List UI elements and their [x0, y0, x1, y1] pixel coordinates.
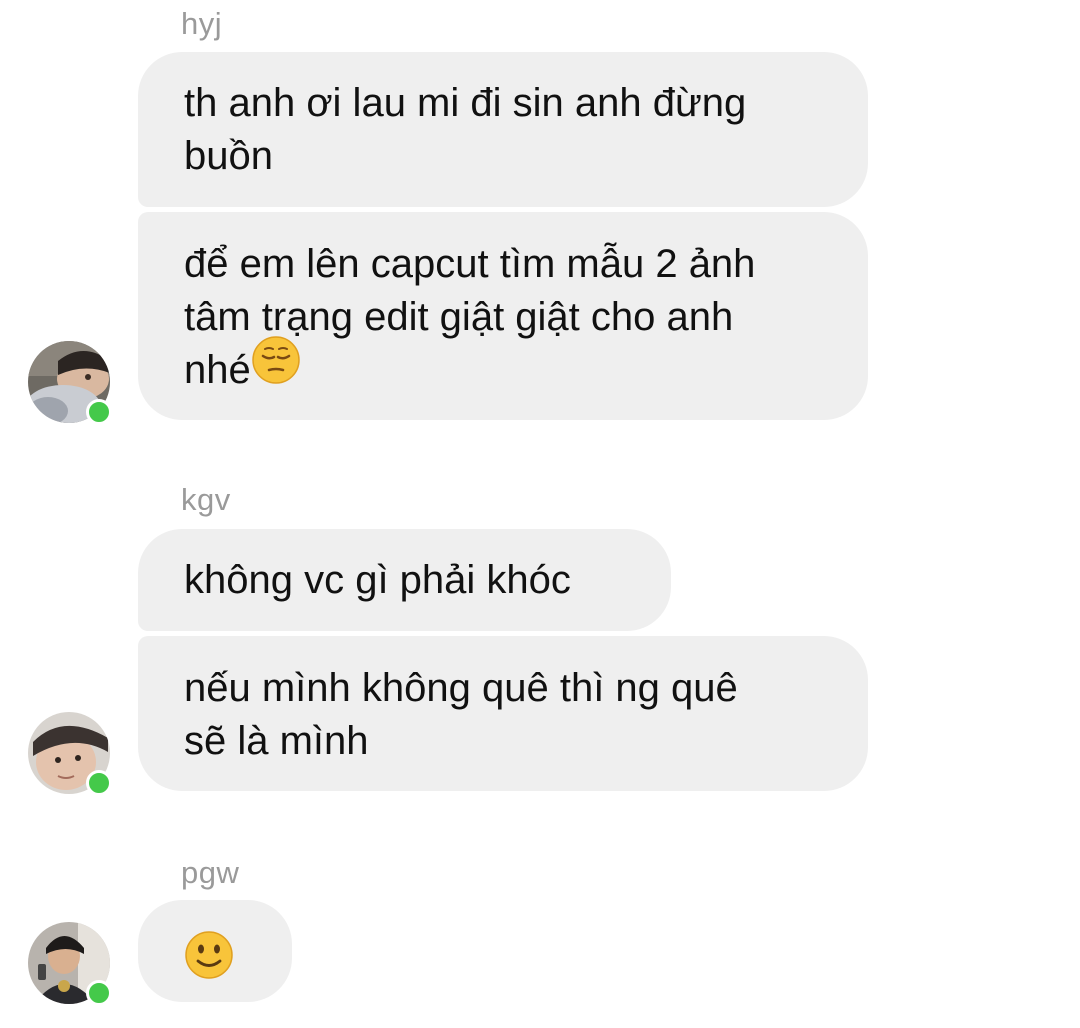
message-text: để em lên capcut tìm mẫu 2 ảnh tâm trạng…: [184, 238, 822, 399]
message-bubble[interactable]: th anh ơi lau mi đi sin anh đừng buồn: [138, 52, 868, 207]
slightly-smiling-face-emoji: [184, 930, 234, 994]
message-bubble[interactable]: nếu mình không quê thì ng quê sẽ là mình: [138, 636, 868, 791]
message-bubble[interactable]: [138, 900, 292, 1002]
message-text: th anh ơi lau mi đi sin anh đừng buồn: [184, 81, 747, 178]
avatar[interactable]: [28, 922, 112, 1006]
sender-name-pgw: pgw: [181, 855, 240, 890]
message-bubble[interactable]: để em lên capcut tìm mẫu 2 ảnh tâm trạng…: [138, 212, 868, 420]
pensive-face-emoji: [251, 335, 301, 399]
sender-name-kgv: kgv: [181, 482, 231, 517]
online-status-indicator: [86, 770, 112, 796]
avatar[interactable]: [28, 712, 112, 796]
message-bubble[interactable]: không vc gì phải khóc: [138, 529, 671, 631]
message-text: nếu mình không quê thì ng quê sẽ là mình: [184, 666, 738, 763]
sender-name-hyj: hyj: [181, 6, 223, 41]
online-status-indicator: [86, 980, 112, 1006]
message-text: không vc gì phải khóc: [184, 558, 571, 602]
avatar[interactable]: [28, 341, 112, 425]
online-status-indicator: [86, 399, 112, 425]
